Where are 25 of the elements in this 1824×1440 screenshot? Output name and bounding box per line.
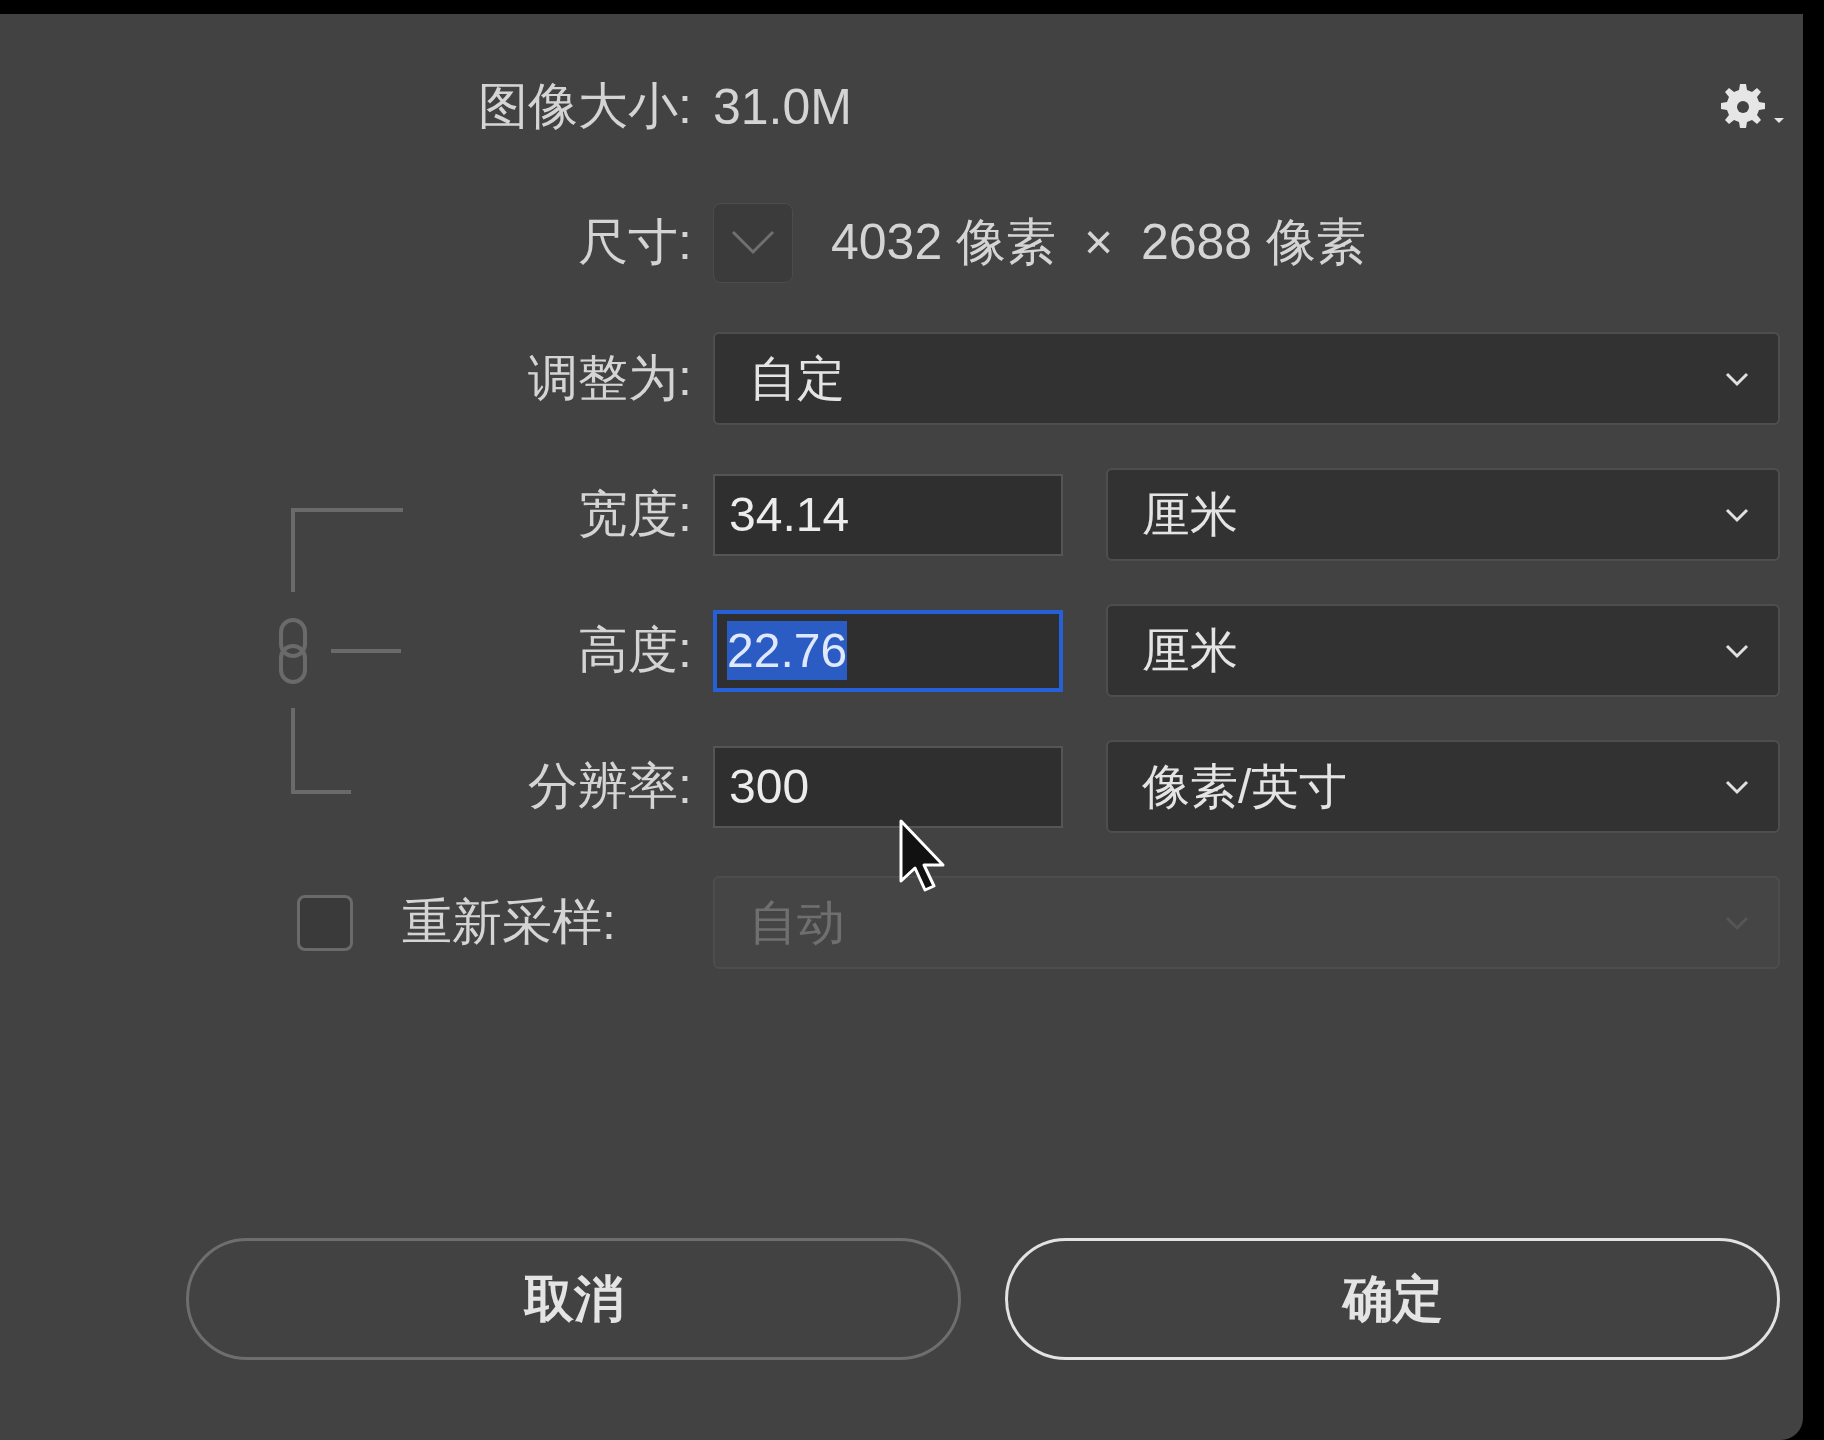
unit-dropdown[interactable]: 厘米 [1106, 468, 1780, 561]
chevron-icon [1724, 370, 1750, 387]
field-label: 高度: [578, 621, 692, 680]
cancel-button[interactable]: 取消 [186, 1238, 961, 1360]
dimensions-menu-button[interactable] [713, 202, 793, 283]
chevron-icon [1724, 506, 1750, 523]
image-size-value: 31.0M [713, 77, 852, 136]
dimensions-value: 4032 像素 × 2688 像素 [831, 213, 1366, 272]
field-label: 分辨率: [528, 757, 692, 816]
fit-to-label: 调整为: [528, 349, 692, 408]
fit-to-dropdown[interactable]: 自定 [713, 332, 1780, 425]
ok-button[interactable]: 确定 [1005, 1238, 1780, 1360]
chevron-icon [1724, 642, 1750, 659]
chevron-icon [1724, 778, 1750, 795]
input-field[interactable]: 22.76 [713, 609, 1063, 692]
pointer-cursor-icon [898, 818, 946, 894]
unit-dropdown[interactable]: 厘米 [1106, 604, 1780, 697]
unit-dropdown[interactable]: 像素/英寸 [1106, 740, 1780, 833]
input-field[interactable]: 300 [713, 745, 1063, 828]
input-field[interactable]: 34.14 [713, 473, 1063, 556]
resample-label: 重新采样: [402, 893, 616, 952]
dimensions-label: 尺寸: [578, 213, 692, 272]
chevron-icon [731, 229, 775, 256]
field-label: 宽度: [578, 485, 692, 544]
image-size-label: 图像大小: [478, 77, 692, 136]
